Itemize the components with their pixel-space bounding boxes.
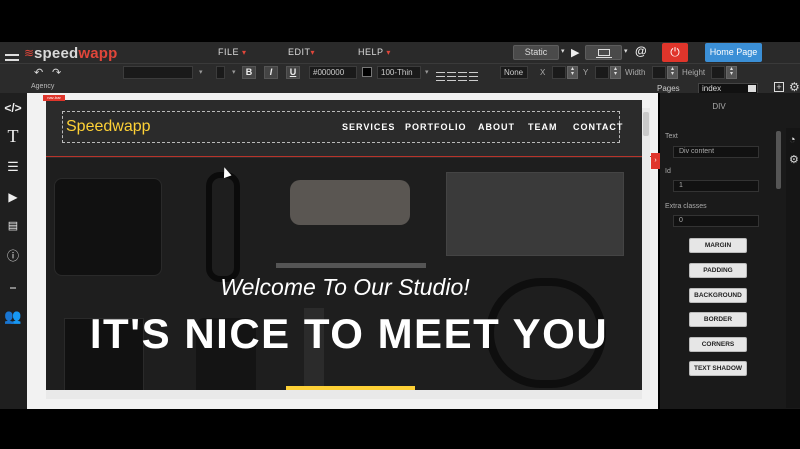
site-brand[interactable]: Speedwapp [66,118,151,136]
text-shadow-button[interactable]: TEXT SHADOW [689,361,747,376]
nav-contact[interactable]: CONTACT [573,122,623,132]
chevron-down-icon: ▾ [242,48,247,57]
home-page-button[interactable]: Home Page [705,43,762,62]
float-select[interactable]: None [500,66,528,79]
text-label: Text [665,133,678,140]
height-input[interactable] [711,66,725,79]
info-icon[interactable]: ⓘ [3,247,23,264]
menu-help[interactable]: HELP ▾ [358,47,391,57]
pages-label: Pages [657,84,680,93]
chevron-down-icon: ▾ [561,48,565,55]
device-select[interactable] [585,45,622,60]
undo-icon[interactable]: ↶ [34,66,43,79]
bold-button[interactable]: B [242,66,256,79]
x-stepper[interactable]: ▴ ▾ [567,66,578,79]
play-icon[interactable]: ▶ [571,46,579,59]
navbar-divider [46,156,666,157]
chevron-down-icon: ▾ [199,69,203,76]
list-icon[interactable]: ☰ [3,159,23,175]
align-left-icon[interactable] [436,72,445,81]
color-input[interactable]: #000000 [309,66,357,79]
align-right-icon[interactable] [458,72,467,81]
laptop-icon [596,49,612,58]
width-input[interactable] [652,66,666,79]
code-icon[interactable]: </> [3,101,23,115]
canvas-horizontal-scrollbar[interactable] [46,390,642,399]
color-swatch[interactable] [362,67,372,77]
chevron-down-icon: ▾ [624,48,628,55]
border-button[interactable]: BORDER [689,312,747,327]
id-input[interactable]: 1 [673,180,759,192]
background-button[interactable]: BACKGROUND [689,288,747,303]
project-name: Agency [31,83,55,90]
chevron-down-icon: ▾ [310,48,316,57]
nav-team[interactable]: TEAM [528,122,558,132]
canvas-vertical-scrollbar[interactable] [642,108,650,390]
align-center-icon[interactable] [447,72,456,81]
width-label: Width [625,68,646,77]
html-icon[interactable]: ▤ [3,219,23,232]
nav-portfolio[interactable]: PORTFOLIO [405,122,467,132]
nav-about[interactable]: ABOUT [478,122,515,132]
height-label: Height [682,68,706,77]
letterbox-bottom [0,409,800,449]
y-stepper[interactable]: ▴ ▾ [610,66,621,79]
margin-button[interactable]: MARGIN [689,238,747,253]
italic-button[interactable]: I [264,66,278,79]
panel-title: DIV [712,102,726,111]
padding-button[interactable]: PADDING [689,263,747,278]
extra-classes-input[interactable]: 0 [673,215,759,227]
help-icon[interactable]: ◔ [789,134,796,146]
element-tag: nav-bar [43,95,65,101]
chevron-down-icon: ▾ [425,69,429,76]
add-page-icon[interactable]: + [774,82,784,92]
font-family-select[interactable] [123,66,193,79]
sub-bar [0,83,800,93]
team-icon[interactable]: 👥 [3,308,23,325]
power-icon[interactable]: ⏻ [662,43,688,62]
font-size-select[interactable] [216,66,225,79]
y-label: Y [583,68,589,77]
menu-file[interactable]: FILE ▾ [218,47,247,57]
panel-scrollbar[interactable] [776,131,781,189]
hero-heading[interactable]: IT'S NICE TO MEET YOU [46,310,652,358]
chevron-down-icon: ▾ [232,69,236,76]
chevron-down-icon: ▾ [386,48,391,57]
hero-subheading[interactable]: Welcome To Our Studio! [0,274,690,301]
video-icon[interactable]: ▶ [3,190,23,204]
panel-toggle-icon[interactable]: › [651,153,660,169]
align-justify-icon[interactable] [469,72,478,81]
menu-edit[interactable]: EDIT▾ [288,47,315,57]
mode-select[interactable]: Static [513,45,559,60]
underline-button[interactable]: U [286,66,300,79]
gear-icon[interactable]: ⚙ [789,153,799,166]
x-input[interactable] [552,66,566,79]
text-icon[interactable]: T [3,126,23,147]
app-logo: speedwapp [34,45,118,62]
panel-side-strip [786,128,800,408]
height-stepper[interactable]: ▴ ▾ [726,66,737,79]
x-label: X [540,68,546,77]
chevron-down-icon [748,85,756,92]
id-label: Id [665,168,671,175]
logo-icon: ≋ [24,46,35,60]
nav-services[interactable]: SERVICES [342,122,395,132]
extra-classes-label: Extra classes [665,203,707,210]
at-icon[interactable]: @ [635,44,647,58]
gear-icon[interactable]: ⚙ [789,80,800,94]
y-input[interactable] [595,66,609,79]
width-stepper[interactable]: ▴ ▾ [667,66,678,79]
corners-button[interactable]: CORNERS [689,337,747,352]
font-weight-select[interactable]: 100-Thin [377,66,421,79]
text-input[interactable]: Div content [673,146,759,158]
redo-icon[interactable]: ↷ [52,66,61,79]
